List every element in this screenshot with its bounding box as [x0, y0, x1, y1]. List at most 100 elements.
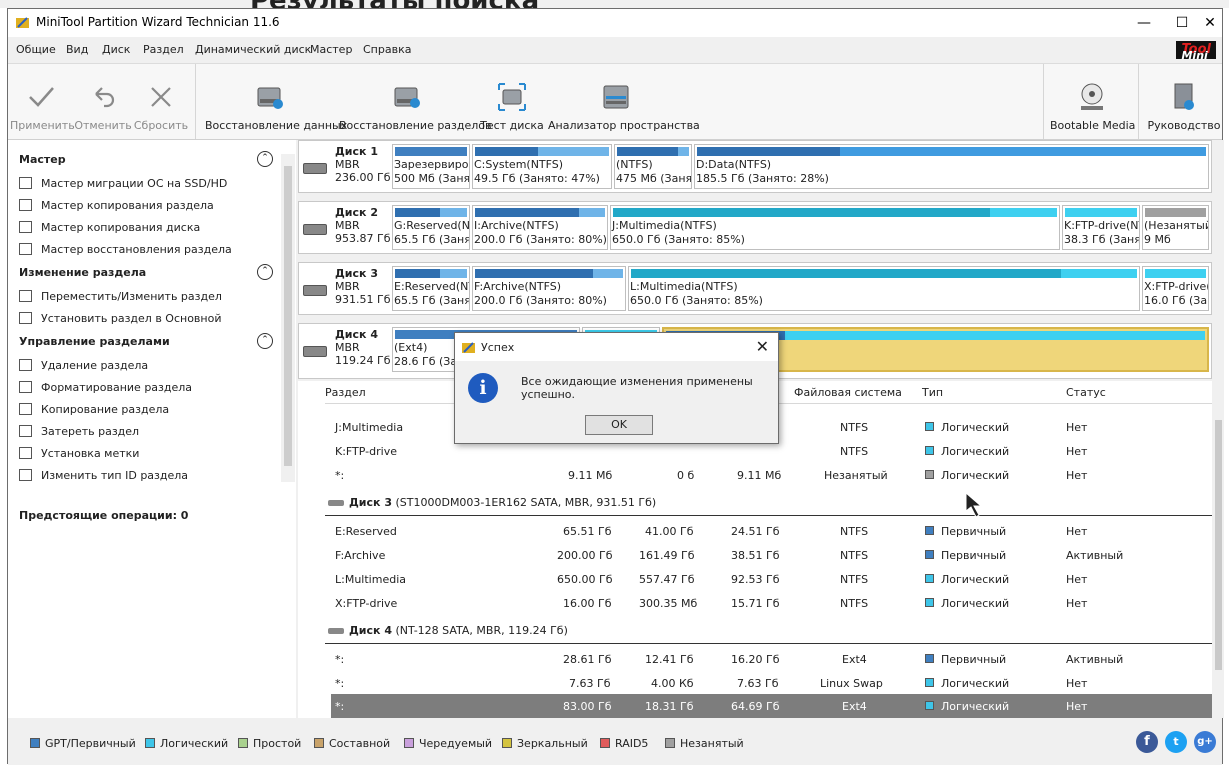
sidebar-scroll-thumb[interactable]	[284, 166, 292, 466]
table-row-selected[interactable]: *: 83.00 Гб 18.31 Гб 64.69 Гб Ext4 Логич…	[331, 694, 1212, 718]
collapse-wizard-icon[interactable]: ⌃	[257, 151, 273, 167]
sidebar-item-partition-recovery-wizard[interactable]: Мастер восстановления раздела	[19, 243, 232, 256]
dialog-title: Успех	[481, 341, 515, 354]
cell-filesystem: NTFS	[840, 549, 869, 562]
partition-block[interactable]: D:Data(NTFS) 185.5 Гб (Занято: 28%)	[694, 144, 1209, 189]
table-row[interactable]: F:Archive 200.00 Гб 161.49 Гб 38.51 Гб N…	[335, 543, 1212, 567]
legend-swatch	[404, 738, 414, 748]
sidebar-item-delete-partition[interactable]: Удаление раздела	[19, 359, 148, 372]
menu-wizard[interactable]: Мастер	[310, 43, 352, 56]
menu-dynamic-disk[interactable]: Динамический диск	[195, 43, 311, 56]
twitter-icon[interactable]: t	[1165, 731, 1187, 753]
dialog-message: Все ожидающие изменения применены успешн…	[521, 375, 753, 401]
disk-size: 931.51 Гб	[335, 293, 391, 306]
disk-group-header-3[interactable]: Диск 3 (ST1000DM003-1ER162 SATA, MBR, 93…	[325, 491, 1212, 516]
collapse-change-icon[interactable]: ⌃	[257, 264, 273, 280]
sidebar-item-os-migration[interactable]: Мастер миграции ОС на SSD/HD	[19, 177, 227, 190]
partition-block[interactable]: G:Reserved(NTF65.5 Гб (Занято	[392, 205, 470, 250]
sidebar-item-copy-partition[interactable]: Копирование раздела	[19, 403, 169, 416]
partition-block[interactable]: E:Reserved(NTF65.5 Гб (Занято	[392, 266, 470, 311]
usage-bar	[1065, 208, 1137, 217]
disk-group-header-4[interactable]: Диск 4 (NT-128 SATA, MBR, 119.24 Гб)	[325, 619, 1212, 644]
partition-recovery-button[interactable]: Восстановление разделов	[339, 64, 492, 139]
partition-block[interactable]: C:System(NTFS) 49.5 Гб (Занято: 47%)	[472, 144, 612, 189]
column-partition[interactable]: Раздел	[325, 386, 366, 399]
sidebar-item-set-primary[interactable]: Установить раздел в Основной	[19, 312, 221, 325]
disk-row-1[interactable]: Диск 1 MBR 236.00 Гб Зарезервиро 500 Мб (За…	[298, 140, 1212, 193]
main-scrollbar[interactable]	[1213, 140, 1224, 718]
menu-view[interactable]: Вид	[66, 43, 88, 56]
table-row[interactable]: *: 7.63 Гб 4.00 Кб 7.63 Гб Linux Swap Ло…	[335, 671, 1212, 695]
sidebar-scrollbar[interactable]	[281, 154, 295, 482]
sidebar-item-wipe-partition[interactable]: Затереть раздел	[19, 425, 139, 438]
partition-label: (NTFS)	[616, 158, 653, 171]
bootable-media-button[interactable]: Bootable Media	[1050, 64, 1135, 139]
cell-type: Логический	[941, 597, 1010, 610]
menu-help[interactable]: Справка	[363, 43, 411, 56]
sidebar-item-format-partition[interactable]: Форматирование раздела	[19, 381, 192, 394]
partition-block[interactable]: X:FTP-drive(NTF16.0 Гб (Занято	[1142, 266, 1209, 311]
cell-partition: J:Multimedia	[335, 421, 404, 434]
main-scroll-thumb[interactable]	[1215, 420, 1222, 670]
partition-block[interactable]: (Незанятый)9 Мб	[1142, 205, 1209, 250]
partition-label: E:Reserved(NTF	[394, 280, 469, 293]
partition-size: 475 Мб (Занят	[616, 172, 692, 185]
type-color-swatch	[925, 701, 934, 710]
apply-button[interactable]: Применить	[10, 64, 75, 139]
table-row[interactable]: E:Reserved 65.51 Гб 41.00 Гб 24.51 Гб NT…	[335, 519, 1212, 543]
disk-test-button[interactable]: Тест диска	[478, 64, 546, 139]
partition-block[interactable]: (NTFS) 475 Мб (Занят	[614, 144, 692, 189]
maximize-button[interactable]: ☐	[1168, 11, 1196, 35]
sidebar-item-label: Изменить тип ID раздела	[41, 469, 189, 482]
cell-partition: *:	[335, 469, 345, 482]
collapse-manage-icon[interactable]: ⌃	[257, 333, 273, 349]
sidebar-item-set-label[interactable]: Установка метки	[19, 447, 139, 460]
google-plus-icon[interactable]: g+	[1194, 731, 1216, 753]
usage-bar	[613, 208, 1057, 217]
cell-free: 92.53 Гб	[731, 573, 780, 586]
usage-fill	[395, 269, 440, 278]
minimize-button[interactable]: —	[1130, 11, 1158, 35]
table-row[interactable]: X:FTP-drive 16.00 Гб 300.35 Мб 15.71 Гб …	[335, 591, 1212, 615]
disk-row-2[interactable]: Диск 2MBR953.87 Гб G:Reserved(NTF65.5 Гб…	[298, 201, 1212, 254]
table-row[interactable]: *: 9.11 Мб 0 б 9.11 Мб Незанятый Логичес…	[335, 463, 1212, 487]
ok-button[interactable]: OK	[585, 415, 653, 435]
cell-used: 41.00 Гб	[645, 525, 694, 538]
column-status[interactable]: Статус	[1066, 386, 1106, 399]
discard-button[interactable]: Сбросить	[132, 64, 190, 139]
legend-swatch	[600, 738, 610, 748]
partition-block[interactable]: I:Archive(NTFS) 200.0 Гб (Занято: 80%)	[472, 205, 608, 250]
menu-general[interactable]: Общие	[16, 43, 56, 56]
partition-block[interactable]: K:FTP-drive(NTF38.3 Гб (Занято	[1062, 205, 1140, 250]
type-color-swatch	[925, 654, 934, 663]
cell-partition: L:Multimedia	[335, 573, 406, 586]
partition-block[interactable]: F:Archive(NTFS) 200.0 Гб (Занято: 80%)	[472, 266, 626, 311]
menu-partition[interactable]: Раздел	[143, 43, 184, 56]
undo-button[interactable]: Отменить	[74, 64, 132, 139]
partition-block[interactable]: L:Multimedia(NTFS) 650.0 Гб (Занято: 85%)	[628, 266, 1140, 311]
sidebar-item-move-resize[interactable]: Переместить/Изменить раздел	[19, 290, 222, 303]
table-row[interactable]: L:Multimedia 650.00 Гб 557.47 Гб 92.53 Г…	[335, 567, 1212, 591]
manual-button[interactable]: Руководство	[1146, 64, 1222, 139]
mouse-cursor-icon	[965, 491, 983, 518]
disk-type: MBR	[335, 219, 360, 232]
disk-row-3[interactable]: Диск 3MBR931.51 Гб E:Reserved(NTF65.5 Гб…	[298, 262, 1212, 315]
sidebar-item-change-type-id[interactable]: Изменить тип ID раздела	[19, 469, 188, 482]
wizard-heading: Мастер	[19, 153, 66, 166]
table-row[interactable]: *: 28.61 Гб 12.41 Гб 16.20 Гб Ext4 Перви…	[335, 647, 1212, 671]
sidebar-item-copy-partition-wizard[interactable]: Мастер копирования раздела	[19, 199, 214, 212]
legend-swatch	[665, 738, 675, 748]
legend-swatch	[314, 738, 324, 748]
partition-recovery-label: Восстановление разделов	[339, 119, 492, 132]
dialog-close-icon[interactable]: ✕	[756, 337, 769, 356]
sidebar-item-copy-disk-wizard[interactable]: Мастер копирования диска	[19, 221, 200, 234]
facebook-icon[interactable]: f	[1136, 731, 1158, 753]
partition-block[interactable]: J:Multimedia(NTFS) 650.0 Гб (Занято: 85%)	[610, 205, 1060, 250]
column-type[interactable]: Тип	[922, 386, 943, 399]
column-filesystem[interactable]: Файловая система	[794, 386, 902, 399]
close-button[interactable]: ✕	[1196, 11, 1224, 35]
space-analyzer-button[interactable]: Анализатор пространства	[548, 64, 700, 139]
partition-block[interactable]: Зарезервиро500 Мб (Занято	[392, 144, 470, 189]
data-recovery-button[interactable]: Восстановление данных	[205, 64, 347, 139]
menu-disk[interactable]: Диск	[102, 43, 130, 56]
